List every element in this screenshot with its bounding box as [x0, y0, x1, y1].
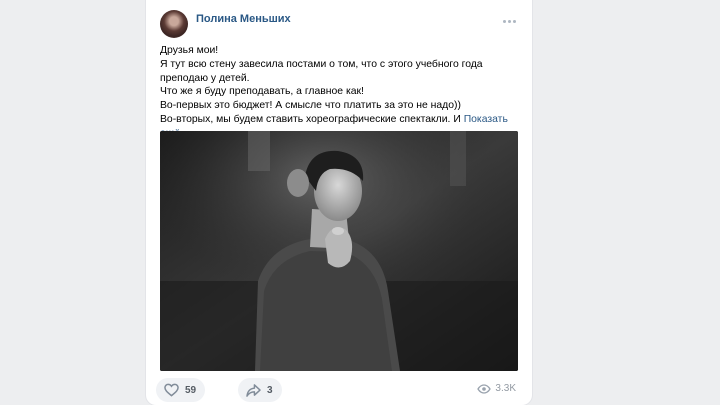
share-arrow-icon: [246, 383, 261, 397]
author-name[interactable]: Полина Меньших: [196, 13, 291, 25]
more-horizontal-icon[interactable]: [500, 14, 518, 28]
post-text-truncated: Во-вторых, мы будем ставить хореографиче…: [160, 113, 461, 125]
photo-image: [160, 131, 518, 371]
post-photo[interactable]: [160, 131, 518, 371]
post-text-line: Что же я буду преподавать, а главное как…: [160, 86, 364, 98]
like-count: 59: [185, 384, 197, 396]
share-button[interactable]: 3: [238, 378, 282, 402]
eye-icon: [477, 383, 492, 394]
post-header: Полина Меньших: [160, 10, 518, 38]
post-text: Друзья мои! Я тут всю стену завесила пос…: [160, 44, 516, 141]
like-button[interactable]: 59: [156, 378, 206, 402]
view-count: 3.3K: [495, 383, 516, 394]
heart-icon: [164, 383, 179, 397]
post-text-line: Во-первых это бюджет! А смысле что плати…: [160, 100, 461, 112]
views-counter: 3.3K: [477, 383, 516, 394]
post-footer: 59 3 3.3K: [156, 378, 522, 402]
post-card: Полина Меньших Друзья мои! Я тут всю сте…: [146, 0, 532, 405]
post-text-line: Друзья мои!: [160, 45, 219, 56]
post-text-line: Я тут всю стену завесила постами о том, …: [160, 58, 483, 84]
share-count: 3: [267, 384, 273, 396]
author-avatar[interactable]: [160, 10, 188, 38]
